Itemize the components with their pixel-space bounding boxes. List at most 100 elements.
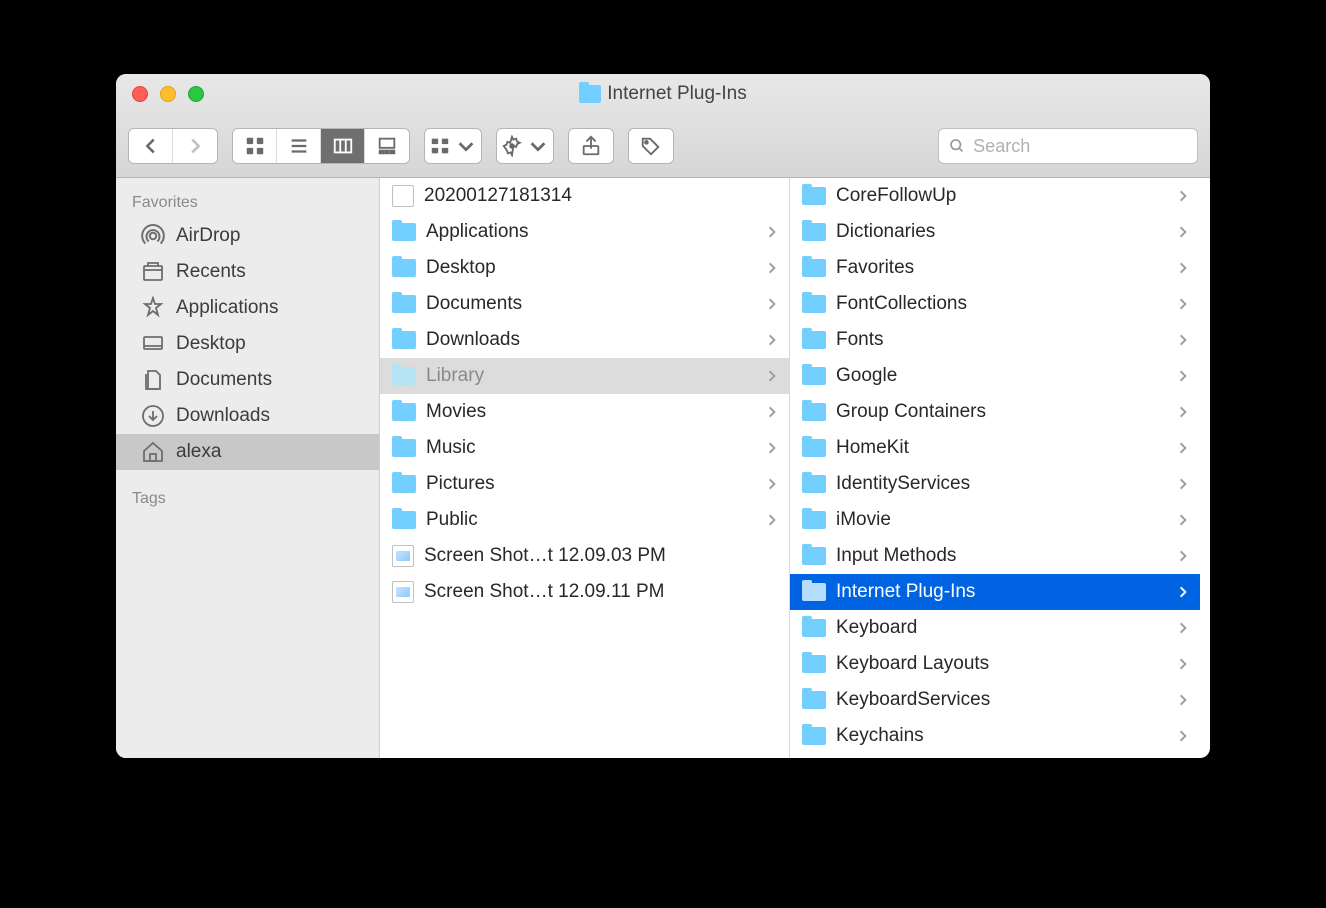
action-button[interactable]	[497, 129, 553, 163]
icon-view-button[interactable]	[233, 129, 277, 163]
item-name: Movies	[426, 401, 755, 423]
folder-row[interactable]: IdentityServices	[790, 466, 1200, 502]
group-by-button-group	[424, 128, 482, 164]
chevron-right-icon	[765, 261, 779, 275]
tags-button-group	[628, 128, 674, 164]
chevron-right-icon	[1176, 189, 1190, 203]
folder-icon	[392, 367, 416, 385]
item-name: Group Containers	[836, 401, 1166, 423]
item-name: HomeKit	[836, 437, 1166, 459]
folder-row[interactable]: Documents	[380, 286, 789, 322]
folder-row[interactable]: Downloads	[380, 322, 789, 358]
folder-row[interactable]: Music	[380, 430, 789, 466]
chevron-right-icon	[765, 405, 779, 419]
folder-row[interactable]: Desktop	[380, 250, 789, 286]
item-name: Dictionaries	[836, 221, 1166, 243]
window-title: Internet Plug-Ins	[116, 83, 1210, 105]
downloads-icon	[140, 403, 166, 429]
chevron-right-icon	[1176, 225, 1190, 239]
folder-row[interactable]: Keyboard	[790, 610, 1200, 646]
folder-icon	[802, 403, 826, 421]
forward-button[interactable]	[173, 129, 217, 163]
folder-icon	[392, 295, 416, 313]
share-button-group	[568, 128, 614, 164]
column-view-button[interactable]	[321, 129, 365, 163]
item-name: Desktop	[426, 257, 755, 279]
folder-row[interactable]: Google	[790, 358, 1200, 394]
close-button[interactable]	[132, 86, 148, 102]
sidebar-item-downloads[interactable]: Downloads	[116, 398, 379, 434]
chevron-right-icon	[1176, 297, 1190, 311]
back-button[interactable]	[129, 129, 173, 163]
tags-header: Tags	[116, 484, 379, 514]
chevron-right-icon	[765, 513, 779, 527]
chevron-right-icon	[1176, 729, 1190, 743]
folder-row[interactable]: Movies	[380, 394, 789, 430]
item-name: iMovie	[836, 509, 1166, 531]
desktop-icon	[140, 331, 166, 357]
list-view-button[interactable]	[277, 129, 321, 163]
fullscreen-button[interactable]	[188, 86, 204, 102]
folder-row[interactable]: KeyboardServices	[790, 682, 1200, 718]
title-row: Internet Plug-Ins	[116, 74, 1210, 114]
folder-row[interactable]: Library	[380, 358, 789, 394]
folder-icon	[392, 511, 416, 529]
folder-row[interactable]: FontCollections	[790, 286, 1200, 322]
minimize-button[interactable]	[160, 86, 176, 102]
group-by-button[interactable]	[425, 129, 481, 163]
folder-row[interactable]: Input Methods	[790, 538, 1200, 574]
sidebar-item-applications[interactable]: Applications	[116, 290, 379, 326]
sidebar-item-label: Applications	[176, 297, 278, 319]
column-0[interactable]: 20200127181314 Applications Desktop Documen…	[380, 178, 790, 758]
item-name: Downloads	[426, 329, 755, 351]
folder-row[interactable]: HomeKit	[790, 430, 1200, 466]
folder-icon	[802, 655, 826, 673]
sidebar-item-home[interactable]: alexa	[116, 434, 379, 470]
folder-row[interactable]: Group Containers	[790, 394, 1200, 430]
folder-row[interactable]: Keychains	[790, 718, 1200, 754]
sidebar-item-documents[interactable]: Documents	[116, 362, 379, 398]
file-row[interactable]: Screen Shot…t 12.09.11 PM	[380, 574, 789, 610]
chevron-right-icon	[1176, 405, 1190, 419]
item-name: Applications	[426, 221, 755, 243]
folder-row[interactable]: CoreFollowUp	[790, 178, 1200, 214]
sidebar-item-label: Desktop	[176, 333, 246, 355]
folder-row[interactable]: Fonts	[790, 322, 1200, 358]
item-name: CoreFollowUp	[836, 185, 1166, 207]
sidebar-item-airdrop[interactable]: AirDrop	[116, 218, 379, 254]
chevron-right-icon	[1176, 693, 1190, 707]
item-name: Internet Plug-Ins	[836, 581, 1166, 603]
folder-row[interactable]: Dictionaries	[790, 214, 1200, 250]
item-name: Screen Shot…t 12.09.11 PM	[424, 581, 779, 603]
file-row[interactable]: 20200127181314	[380, 178, 789, 214]
share-button[interactable]	[569, 129, 613, 163]
chevron-right-icon	[1176, 369, 1190, 383]
item-name: Favorites	[836, 257, 1166, 279]
chevron-right-icon	[1176, 513, 1190, 527]
search-box[interactable]	[938, 128, 1198, 164]
gallery-view-button[interactable]	[365, 129, 409, 163]
file-row[interactable]: Screen Shot…t 12.09.03 PM	[380, 538, 789, 574]
file-icon	[392, 545, 414, 567]
folder-row[interactable]: Favorites	[790, 250, 1200, 286]
chevron-right-icon	[1176, 585, 1190, 599]
folder-row[interactable]: Pictures	[380, 466, 789, 502]
folder-row[interactable]: iMovie	[790, 502, 1200, 538]
item-name: Public	[426, 509, 755, 531]
item-name: Google	[836, 365, 1166, 387]
chevron-right-icon	[1176, 261, 1190, 275]
folder-row[interactable]: Keyboard Layouts	[790, 646, 1200, 682]
home-icon	[140, 439, 166, 465]
column-1[interactable]: CoreFollowUp Dictionaries Favorites FontCol…	[790, 178, 1200, 758]
folder-row[interactable]: Internet Plug-Ins	[790, 574, 1200, 610]
folder-icon	[802, 223, 826, 241]
item-name: IdentityServices	[836, 473, 1166, 495]
sidebar-item-recents[interactable]: Recents	[116, 254, 379, 290]
search-input[interactable]	[973, 136, 1187, 157]
folder-icon	[802, 259, 826, 277]
sidebar-item-desktop[interactable]: Desktop	[116, 326, 379, 362]
item-name: Library	[426, 365, 755, 387]
folder-row[interactable]: Public	[380, 502, 789, 538]
folder-row[interactable]: Applications	[380, 214, 789, 250]
tags-button[interactable]	[629, 129, 673, 163]
